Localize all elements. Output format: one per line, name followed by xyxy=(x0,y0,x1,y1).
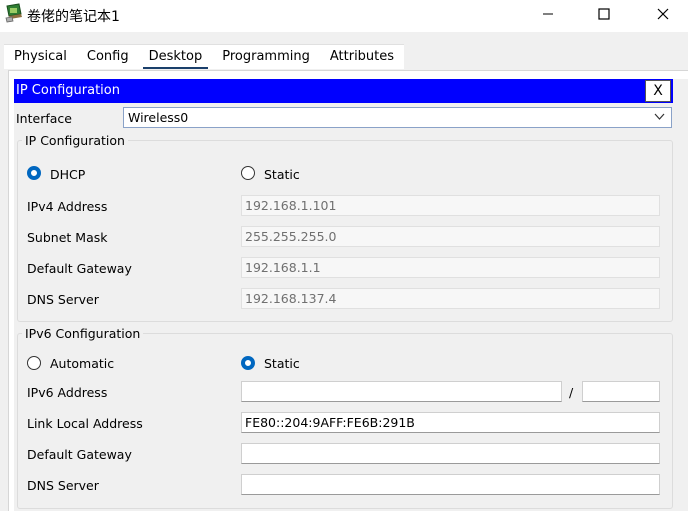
subnet-mask-field[interactable]: 255.255.255.0 xyxy=(241,226,660,247)
chevron-down-icon xyxy=(654,113,665,120)
ipv6-prefix-input[interactable] xyxy=(582,381,660,402)
window-title: 卷佬的笔记本1 xyxy=(27,9,120,25)
tab-attributes[interactable]: Attributes xyxy=(320,45,404,69)
dhcp-radio[interactable] xyxy=(27,166,41,180)
interface-label: Interface xyxy=(16,111,72,126)
ipv6-automatic-radio[interactable] xyxy=(27,356,41,370)
ipv6-static-radio[interactable] xyxy=(241,356,255,370)
ip-config-close-button[interactable]: X xyxy=(645,80,671,102)
ipv6-group-title: IPv6 Configuration xyxy=(22,326,144,341)
prefix-separator: / xyxy=(569,385,574,400)
subnet-mask-value: 255.255.255.0 xyxy=(245,229,337,244)
ipv4-default-gateway-label: Default Gateway xyxy=(27,261,132,276)
ipv6-default-gateway-input[interactable] xyxy=(241,443,660,464)
ipv4-address-field[interactable]: 192.168.1.101 xyxy=(241,195,660,216)
ipv6-dns-server-label: DNS Server xyxy=(27,478,99,493)
maximize-button[interactable] xyxy=(581,0,627,28)
link-local-address-label: Link Local Address xyxy=(27,416,143,431)
ipv6-dns-server-input[interactable] xyxy=(241,474,660,495)
link-local-address-value: FE80::204:9AFF:FE6B:291B xyxy=(245,415,415,430)
ipv6-address-input[interactable] xyxy=(241,381,562,402)
ipv6-static-label: Static xyxy=(264,356,300,371)
tab-bar: Physical Config Desktop Programming Attr… xyxy=(4,44,405,69)
ipv4-static-label: Static xyxy=(264,167,300,182)
ipv4-dns-server-value: 192.168.137.4 xyxy=(245,291,337,306)
ip-config-header-title: IP Configuration xyxy=(16,83,120,98)
ipv4-default-gateway-field[interactable]: 192.168.1.1 xyxy=(241,257,660,278)
tab-desktop[interactable]: Desktop xyxy=(139,45,213,69)
ipv4-group-title: IP Configuration xyxy=(22,133,128,148)
ip-config-header: IP Configuration X xyxy=(14,79,673,103)
tab-physical[interactable]: Physical xyxy=(4,45,77,69)
ipv4-address-label: IPv4 Address xyxy=(27,199,108,214)
tab-config[interactable]: Config xyxy=(77,45,139,69)
minimize-button[interactable] xyxy=(525,0,571,28)
interface-select[interactable]: Wireless0 xyxy=(123,107,672,128)
subnet-mask-label: Subnet Mask xyxy=(27,230,108,245)
ipv6-default-gateway-label: Default Gateway xyxy=(27,447,132,462)
ipv6-address-label: IPv6 Address xyxy=(27,385,108,400)
close-window-button[interactable] xyxy=(640,0,686,28)
interface-select-value: Wireless0 xyxy=(128,110,189,125)
ipv4-default-gateway-value: 192.168.1.1 xyxy=(245,260,321,275)
tab-programming[interactable]: Programming xyxy=(212,45,320,69)
minimize-icon xyxy=(543,13,553,15)
ipv4-dns-server-field[interactable]: 192.168.137.4 xyxy=(241,288,660,309)
ipv4-static-radio[interactable] xyxy=(241,166,255,180)
ipv4-dns-server-label: DNS Server xyxy=(27,292,99,307)
close-icon xyxy=(657,8,669,20)
link-local-address-input[interactable]: FE80::204:9AFF:FE6B:291B xyxy=(241,412,660,433)
ipv6-automatic-label: Automatic xyxy=(50,356,115,371)
dhcp-label: DHCP xyxy=(50,167,86,182)
app-icon xyxy=(4,3,24,23)
ipv4-address-value: 192.168.1.101 xyxy=(245,198,337,213)
title-bar: 卷佬的笔记本1 xyxy=(0,0,688,32)
maximize-icon xyxy=(598,8,610,20)
